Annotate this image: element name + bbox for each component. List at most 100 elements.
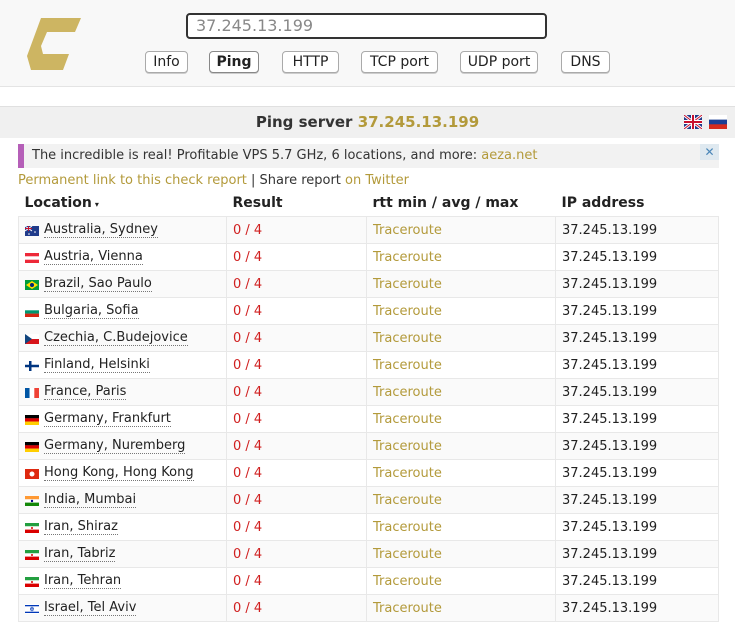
share-label: Share report [259, 173, 341, 188]
column-header-ip: IP address [561, 195, 645, 211]
traceroute-link[interactable]: Traceroute [366, 324, 556, 352]
ip-cell: 37.245.13.199 [555, 216, 719, 244]
table-row: France, Paris 0 / 4 Traceroute 37.245.13.19… [18, 378, 719, 406]
fi-flag-icon [25, 360, 39, 371]
table-row: Iran, Shiraz 0 / 4 Traceroute 37.245.13.199 [18, 513, 719, 541]
twitter-link[interactable]: on Twitter [345, 173, 409, 188]
table-row: Israel, Tel Aviv 0 / 4 Traceroute 37.245.13… [18, 594, 719, 622]
hk-flag-icon [25, 468, 39, 479]
location-cell: Israel, Tel Aviv [18, 594, 227, 622]
ip-cell: 37.245.13.199 [555, 486, 719, 514]
ad-link[interactable]: aeza.net [481, 148, 537, 163]
tab-ping[interactable]: Ping [209, 51, 259, 73]
tab-tcp-port[interactable]: TCP port [361, 51, 438, 73]
ip-cell: 37.245.13.199 [555, 432, 719, 460]
tab-info[interactable]: Info [145, 51, 188, 73]
au-flag-icon [24, 225, 39, 236]
permanent-link[interactable]: Permanent link to this check report [18, 173, 247, 188]
result-cell: 0 / 4 [226, 405, 367, 433]
location-link[interactable]: Brazil, Sao Paulo [44, 276, 152, 292]
br-flag-icon [25, 279, 39, 290]
ir-flag-icon [25, 576, 39, 587]
page-title: Ping server 37.245.13.199 [0, 113, 735, 131]
ir-flag-icon [25, 549, 39, 560]
traceroute-link[interactable]: Traceroute [366, 297, 556, 325]
table-row: India, Mumbai 0 / 4 Traceroute 37.245.13.19… [18, 486, 719, 514]
column-header-result: Result [232, 195, 283, 211]
location-link[interactable]: Germany, Frankfurt [44, 411, 171, 427]
traceroute-link[interactable]: Traceroute [366, 351, 556, 379]
result-cell: 0 / 4 [226, 432, 367, 460]
traceroute-link[interactable]: Traceroute [366, 513, 556, 541]
location-link[interactable]: Czechia, C.Budejovice [44, 330, 188, 346]
location-link[interactable]: Australia, Sydney [44, 222, 158, 238]
traceroute-link[interactable]: Traceroute [366, 378, 556, 406]
tab-http[interactable]: HTTP [282, 51, 339, 73]
location-cell: Iran, Shiraz [18, 513, 227, 541]
location-link[interactable]: Hong Kong, Hong Kong [44, 465, 194, 481]
location-link[interactable]: Finland, Helsinki [44, 357, 150, 373]
location-link[interactable]: Iran, Shiraz [44, 519, 118, 535]
il-flag-icon [25, 603, 39, 614]
location-link[interactable]: Germany, Nuremberg [44, 438, 186, 454]
traceroute-link[interactable]: Traceroute [366, 270, 556, 298]
result-cell: 0 / 4 [226, 486, 367, 514]
result-cell: 0 / 4 [226, 243, 367, 271]
in-flag-icon [25, 495, 39, 506]
location-cell: Brazil, Sao Paulo [18, 270, 227, 298]
ip-cell: 37.245.13.199 [555, 351, 719, 379]
sort-icon: ▾ [94, 200, 99, 209]
gb-flag-icon[interactable] [684, 115, 702, 129]
results-body: Australia, Sydney 0 / 4 Traceroute 37.245.1… [18, 216, 719, 622]
location-cell: Bulgaria, Sofia [18, 297, 227, 325]
location-link[interactable]: Iran, Tabriz [44, 546, 116, 562]
table-row: Austria, Vienna 0 / 4 Traceroute 37.245.13.… [18, 243, 719, 271]
traceroute-link[interactable]: Traceroute [366, 405, 556, 433]
location-link[interactable]: Austria, Vienna [44, 249, 143, 265]
table-row: Hong Kong, Hong Kong 0 / 4 Traceroute 37.24… [18, 459, 719, 487]
top-bar: 37.245.13.199 Info Ping HTTP TCP port UD… [0, 0, 735, 87]
location-cell: Czechia, C.Budejovice [18, 324, 227, 352]
location-link[interactable]: Israel, Tel Aviv [44, 600, 137, 616]
results-table: Location ▾ Result rtt min / avg / max IP … [18, 190, 719, 622]
location-link[interactable]: France, Paris [44, 384, 127, 400]
result-cell: 0 / 4 [226, 270, 367, 298]
ad-message: The incredible is real! Profitable VPS 5… [32, 148, 478, 163]
traceroute-link[interactable]: Traceroute [366, 540, 556, 568]
tab-udp-port[interactable]: UDP port [460, 51, 538, 73]
site-logo[interactable] [27, 16, 83, 72]
table-row: Brazil, Sao Paulo 0 / 4 Traceroute 37.245.1… [18, 270, 719, 298]
traceroute-link[interactable]: Traceroute [366, 486, 556, 514]
title-prefix: Ping server [255, 113, 353, 131]
tab-dns[interactable]: DNS [561, 51, 610, 73]
ip-cell: 37.245.13.199 [555, 297, 719, 325]
host-input[interactable]: 37.245.13.199 [186, 13, 547, 39]
traceroute-link[interactable]: Traceroute [366, 432, 556, 460]
traceroute-link[interactable]: Traceroute [366, 567, 556, 595]
close-icon[interactable]: ✕ [700, 144, 719, 160]
location-cell: Germany, Frankfurt [18, 405, 227, 433]
location-link[interactable]: India, Mumbai [44, 492, 137, 508]
traceroute-link[interactable]: Traceroute [366, 216, 556, 244]
location-cell: Australia, Sydney [18, 216, 227, 244]
location-link[interactable]: Iran, Tehran [44, 573, 122, 589]
location-link[interactable]: Bulgaria, Sofia [44, 303, 139, 319]
location-cell: Austria, Vienna [18, 243, 227, 271]
column-header-location[interactable]: Location ▾ [19, 190, 227, 217]
table-row: Bulgaria, Sofia 0 / 4 Traceroute 37.245.13.… [18, 297, 719, 325]
ad-banner[interactable]: The incredible is real! Profitable VPS 5… [18, 144, 719, 168]
table-row: Australia, Sydney 0 / 4 Traceroute 37.245.1… [18, 216, 719, 244]
table-row: Germany, Frankfurt 0 / 4 Traceroute 37.245.… [18, 405, 719, 433]
location-cell: Finland, Helsinki [18, 351, 227, 379]
result-cell: 0 / 4 [226, 351, 367, 379]
traceroute-link[interactable]: Traceroute [366, 243, 556, 271]
traceroute-link[interactable]: Traceroute [366, 594, 556, 622]
location-cell: France, Paris [18, 378, 227, 406]
table-row: Finland, Helsinki 0 / 4 Traceroute 37.245.1… [18, 351, 719, 379]
result-cell: 0 / 4 [226, 594, 367, 622]
ru-flag-icon[interactable] [709, 115, 727, 129]
column-header-rtt: rtt min / avg / max [372, 195, 519, 211]
result-cell: 0 / 4 [226, 378, 367, 406]
traceroute-link[interactable]: Traceroute [366, 459, 556, 487]
ad-text: The incredible is real! Profitable VPS 5… [32, 148, 538, 163]
